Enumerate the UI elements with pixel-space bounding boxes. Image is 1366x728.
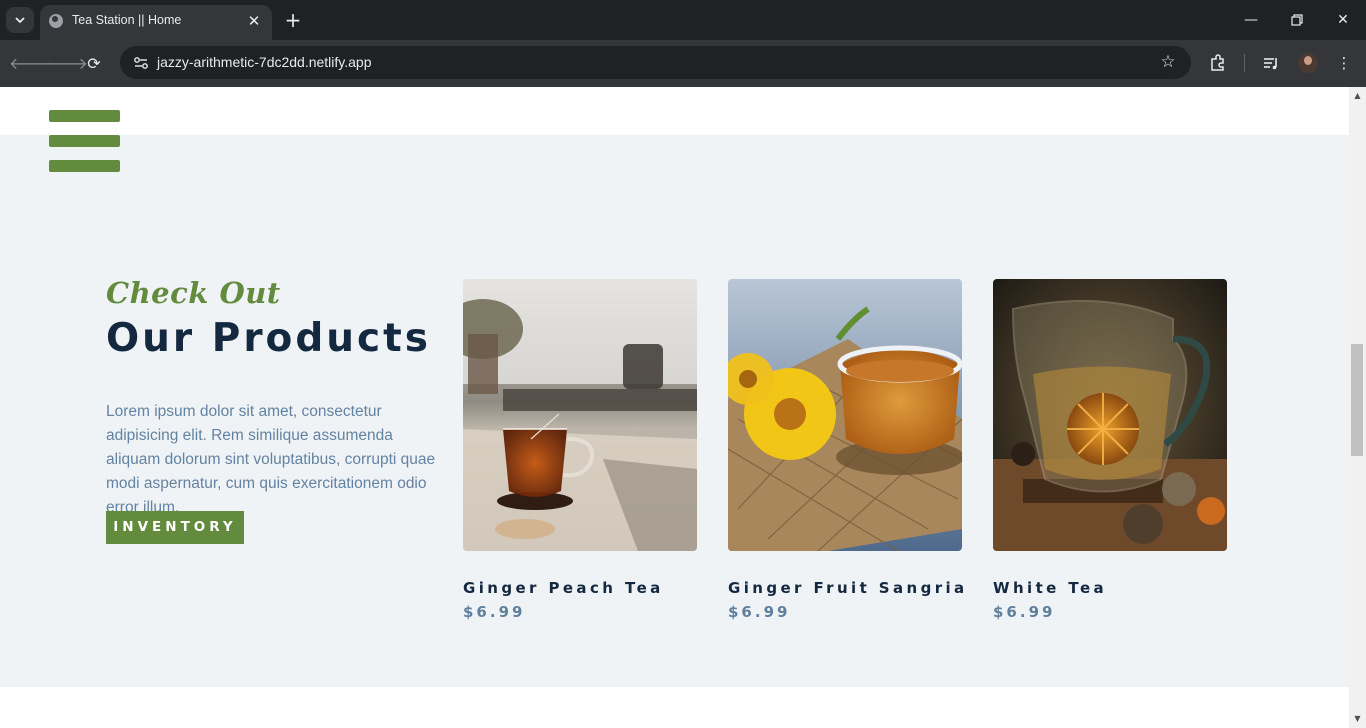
extensions-icon[interactable] [1206,51,1230,75]
product-name: White Tea [993,579,1108,597]
section-kicker: Check Out [106,276,281,310]
address-bar[interactable]: jazzy-arithmetic-7dc2dd.netlify.app ☆ [120,46,1191,79]
page-viewport: Check Out Our Products Lorem ipsum dolor… [0,87,1349,728]
product-image [993,279,1227,551]
section-description: Lorem ipsum dolor sit amet, consectetur … [106,403,436,516]
tab-close-button[interactable]: ✕ [244,11,264,31]
close-window-button[interactable]: ✕ [1328,8,1358,32]
product-card[interactable]: Ginger Fruit Sangria $6.99 [728,279,968,621]
products-section: Check Out Our Products Lorem ipsum dolor… [0,135,1349,687]
section-heading: Our Products [106,316,431,361]
product-name: Ginger Peach Tea [463,579,664,597]
product-price: $6.99 [463,603,526,621]
product-card[interactable]: White Tea $6.99 [993,279,1227,621]
product-card[interactable]: Ginger Peach Tea $6.99 [463,279,697,621]
media-control-icon[interactable] [1259,51,1283,75]
bookmark-star-icon[interactable]: ☆ [1157,51,1179,73]
product-price: $6.99 [728,603,791,621]
section-intro: Check Out Our Products Lorem ipsum dolor… [106,275,451,520]
tab-search-button[interactable] [6,7,34,33]
back-button[interactable]: 🡐 [9,51,52,77]
product-image [463,279,697,551]
globe-icon [49,14,63,28]
reload-button[interactable]: ⟳ [81,51,107,77]
forward-button[interactable]: 🡒 [45,51,88,77]
restore-button[interactable] [1282,8,1312,32]
hamburger-menu-icon[interactable] [49,110,120,172]
browser-toolbar: 🡐 🡒 ⟳ jazzy-arithmetic-7dc2dd.netlify.ap… [0,40,1366,87]
chevron-down-icon [15,17,25,24]
minimize-button[interactable]: — [1236,8,1266,32]
page-scrollbar[interactable]: ▲ ▼ [1349,87,1366,728]
browser-tab-active[interactable]: Tea Station || Home ✕ [40,5,272,40]
scroll-down-arrow-icon[interactable]: ▼ [1349,712,1366,726]
new-tab-button[interactable]: + [282,9,304,31]
menu-kebab-icon[interactable]: ⋮ [1332,51,1356,75]
profile-avatar[interactable] [1298,53,1318,73]
product-image [728,279,962,551]
inventory-button[interactable]: INVENTORY [106,511,244,544]
product-price: $6.99 [993,603,1056,621]
tab-title: Tea Station || Home [72,13,182,27]
site-info-icon [134,57,148,69]
restore-icon [1291,14,1303,26]
scrollbar-thumb[interactable] [1351,344,1363,456]
scroll-up-arrow-icon[interactable]: ▲ [1349,89,1366,103]
url-text: jazzy-arithmetic-7dc2dd.netlify.app [157,54,372,70]
browser-tab-bar: Tea Station || Home ✕ + — ✕ [0,0,1366,40]
toolbar-divider [1244,54,1245,72]
product-name: Ginger Fruit Sangria [728,579,968,597]
